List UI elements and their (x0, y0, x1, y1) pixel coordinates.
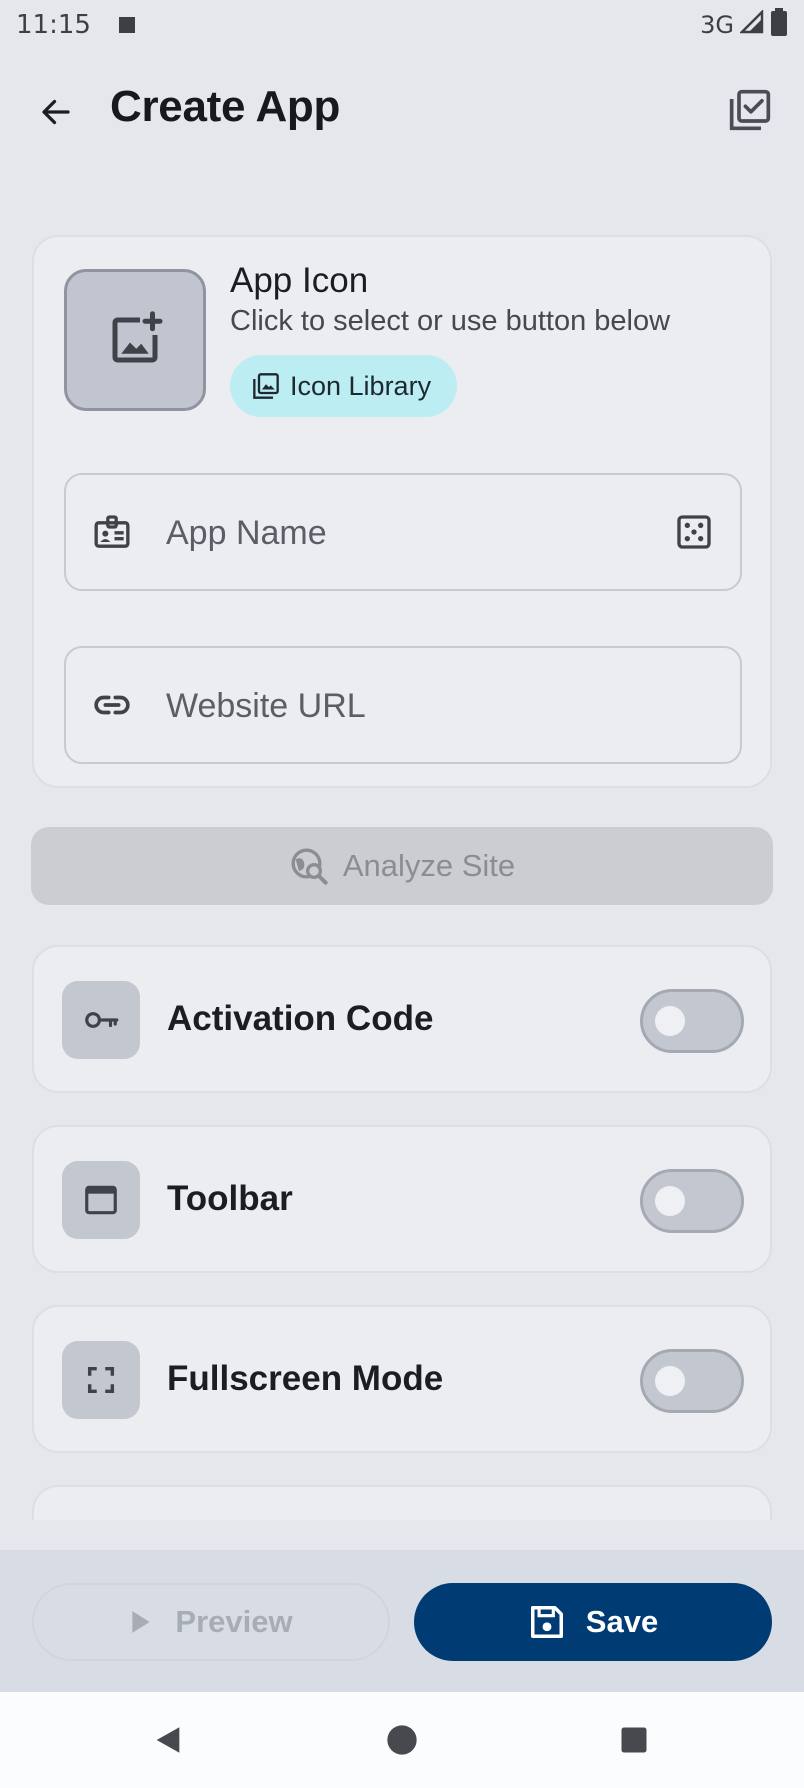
battery-icon (770, 7, 788, 43)
screen: 11:15 3G Create App App Icon Click to se… (0, 0, 804, 1788)
app-icon-picker[interactable] (64, 269, 206, 411)
app-name-field[interactable] (64, 473, 742, 591)
system-nav-bar (0, 1692, 804, 1788)
toolbar-card: Toolbar (32, 1125, 772, 1273)
app-icon-title: App Icon (230, 261, 369, 300)
save-button[interactable]: Save (414, 1583, 772, 1661)
fullscreen-icon (87, 1366, 115, 1394)
status-bar: 11:15 3G (0, 0, 804, 50)
signal-icon (739, 8, 764, 41)
save-icon (530, 1606, 563, 1638)
travel-explore-icon (291, 848, 328, 885)
activation-code-label: Activation Code (167, 999, 434, 1038)
nav-back-icon (156, 1727, 180, 1753)
select-all-button[interactable] (724, 84, 776, 136)
app-icon-subtitle: Click to select or use button below (230, 305, 671, 337)
select-all-icon (729, 89, 771, 131)
save-label: Save (585, 1604, 659, 1639)
icon-library-label: Icon Library (290, 370, 432, 401)
add-photo-icon (112, 311, 163, 363)
app-details-card: App Icon Click to select or use button b… (32, 235, 772, 788)
website-url-field[interactable] (64, 646, 742, 764)
app-bar: Create App (0, 60, 804, 160)
network-type: 3G (700, 11, 734, 39)
activation-code-tile (62, 981, 140, 1059)
fullscreen-tile (62, 1341, 140, 1419)
icon-library-button[interactable]: Icon Library (230, 355, 458, 417)
link-icon (88, 681, 136, 729)
key-icon (85, 1012, 119, 1028)
activation-code-card: Activation Code (32, 945, 772, 1093)
badge-icon (88, 508, 136, 556)
app-name-input[interactable] (166, 505, 636, 561)
preview-label: Preview (175, 1604, 293, 1639)
nav-recents-icon (621, 1727, 647, 1753)
back-button[interactable] (32, 88, 80, 136)
status-time: 11:15 (16, 10, 91, 40)
nav-home-icon (387, 1725, 417, 1755)
toggle-knob (655, 1366, 685, 1396)
toolbar-toggle[interactable] (640, 1169, 744, 1233)
toolbar-tile (62, 1161, 140, 1239)
toolbar-label: Toolbar (167, 1179, 293, 1218)
status-right: 3G (700, 7, 788, 43)
analyze-site-button[interactable]: Analyze Site (31, 827, 773, 905)
analyze-site-label: Analyze Site (342, 848, 516, 883)
preview-button[interactable]: Preview (32, 1583, 390, 1661)
notification-icon (118, 17, 135, 33)
fullscreen-mode-toggle[interactable] (640, 1349, 744, 1413)
nav-recents-button[interactable] (608, 1714, 660, 1766)
fullscreen-mode-label: Fullscreen Mode (167, 1359, 444, 1398)
toggle-knob (655, 1006, 685, 1036)
website-url-input[interactable] (166, 678, 636, 734)
activation-code-toggle[interactable] (640, 989, 744, 1053)
image-library-icon (253, 373, 279, 399)
play-icon (132, 1611, 151, 1633)
arrow-left-icon (42, 99, 70, 125)
window-icon (85, 1185, 117, 1215)
fullscreen-mode-card: Fullscreen Mode (32, 1305, 772, 1453)
nav-back-button[interactable] (142, 1714, 194, 1766)
dice-icon[interactable] (670, 508, 718, 556)
scroll-edge (0, 1520, 804, 1550)
nav-home-button[interactable] (376, 1714, 428, 1766)
bottom-action-bar: Preview Save (0, 1550, 804, 1692)
page-title: Create App (110, 82, 341, 131)
toggle-knob (655, 1186, 685, 1216)
